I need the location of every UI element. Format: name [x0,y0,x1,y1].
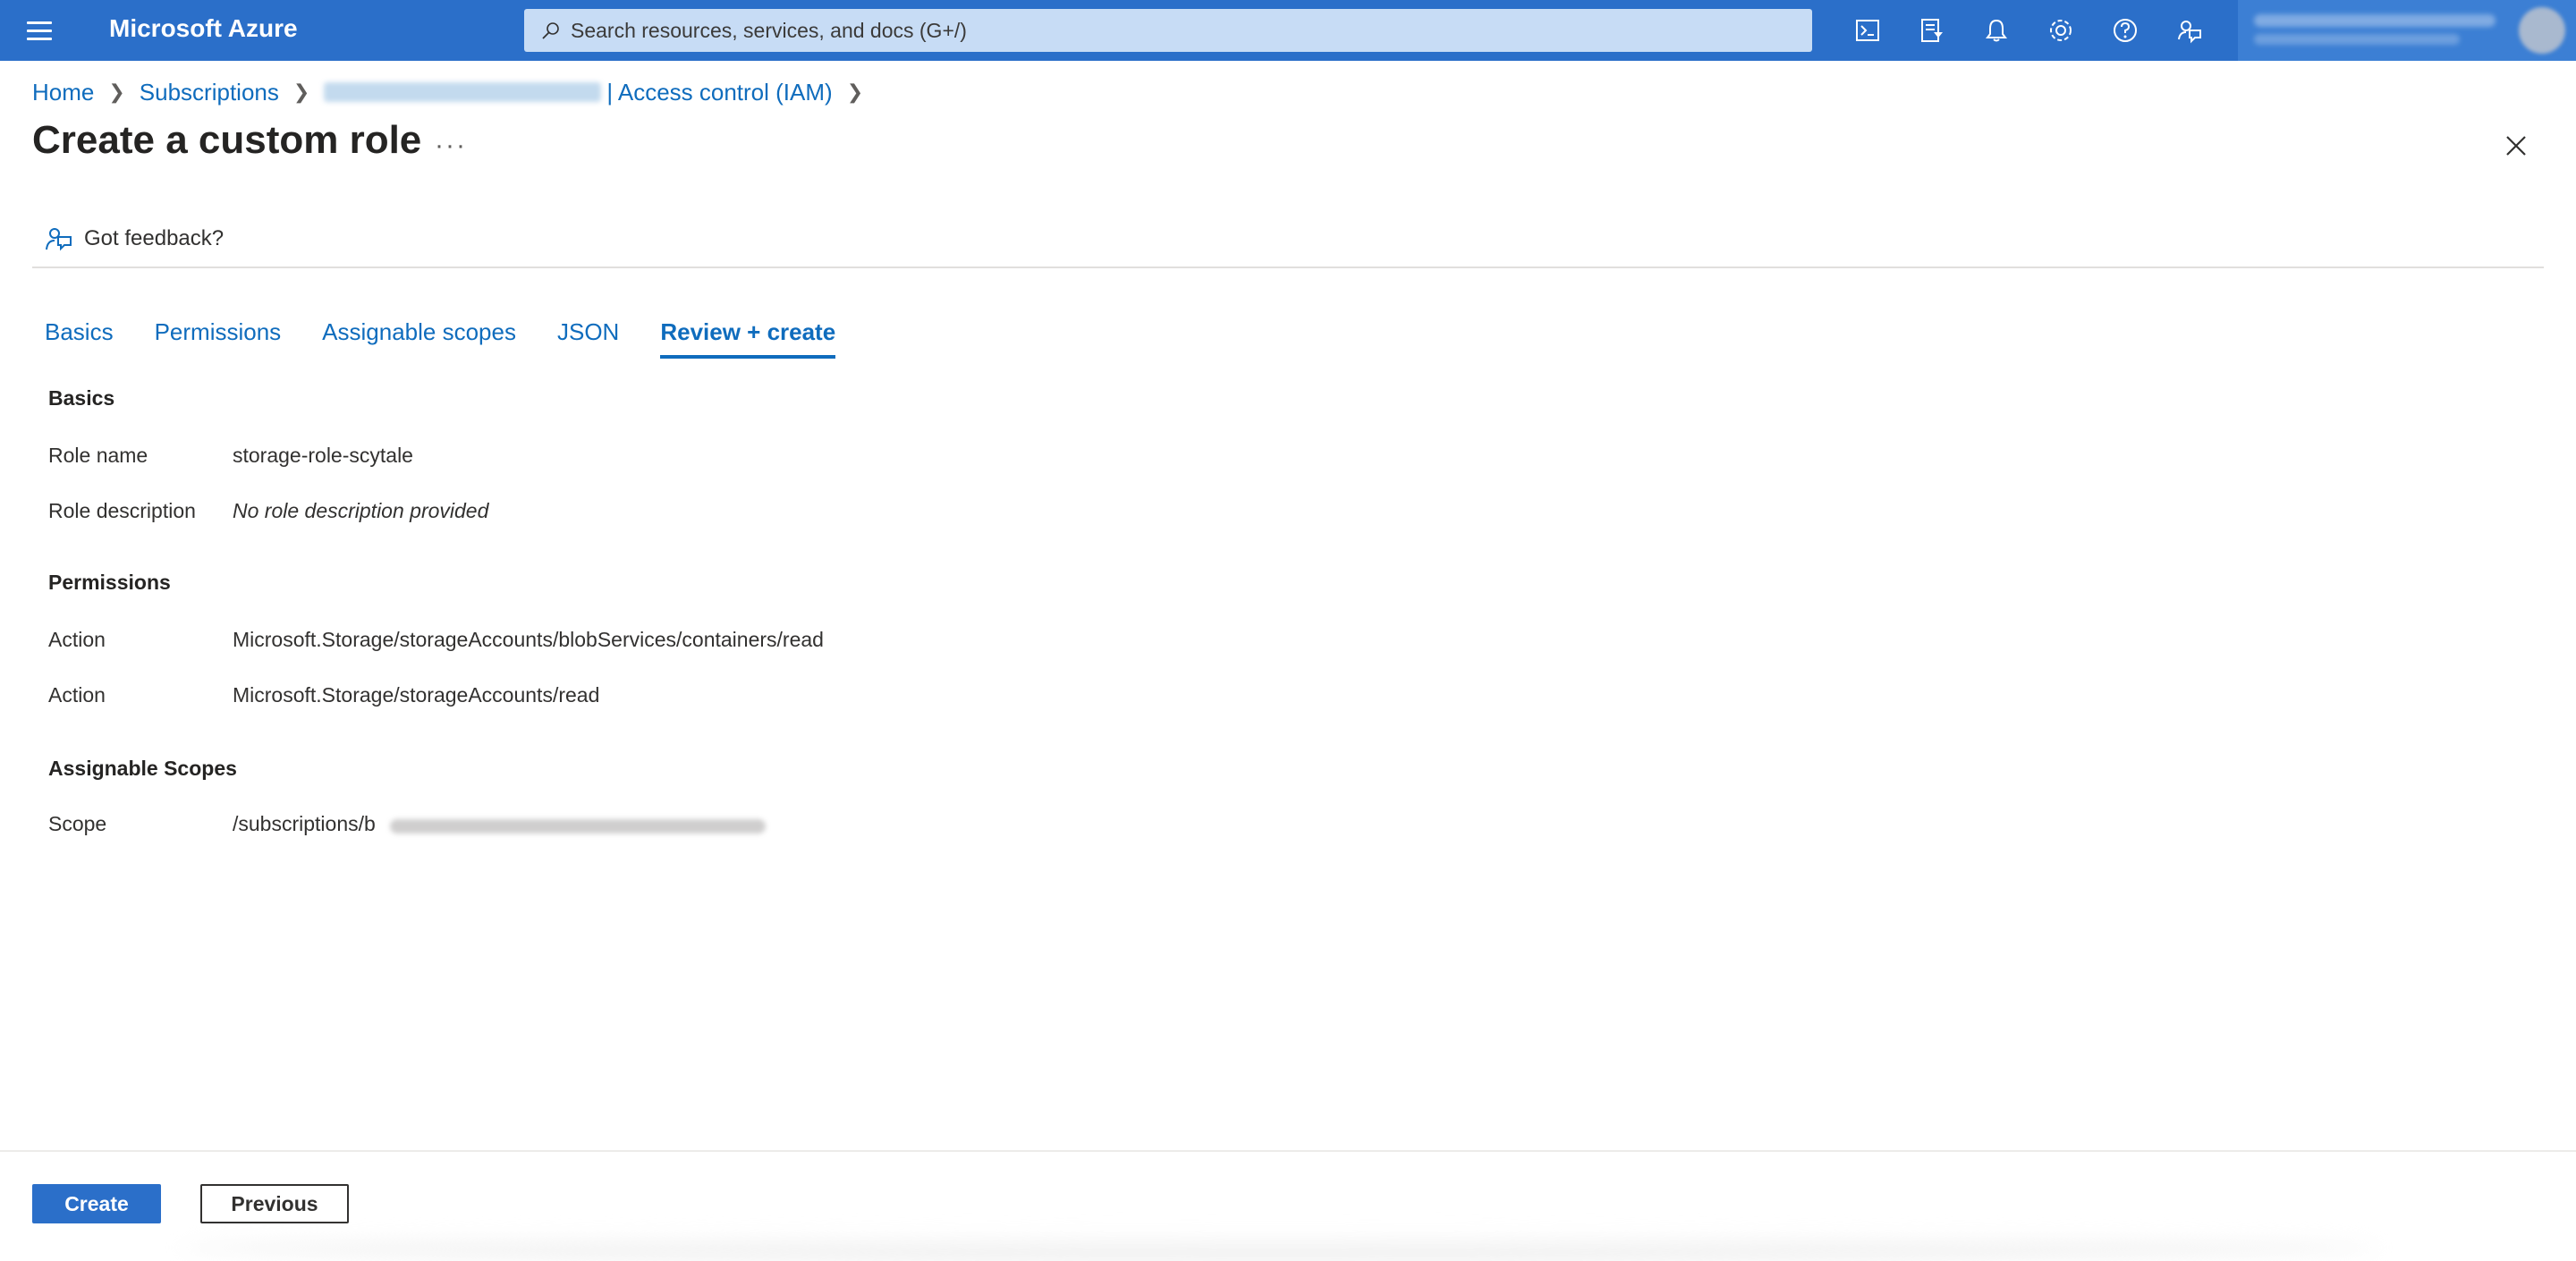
brand-title[interactable]: Microsoft Azure [109,14,298,43]
top-navigation-bar: Microsoft Azure [0,0,2576,61]
feedback-icon[interactable] [2172,13,2207,48]
tab-assignable-scopes[interactable]: Assignable scopes [322,318,516,359]
breadcrumb-access-control[interactable]: | Access control (IAM) [606,79,832,106]
tab-json[interactable]: JSON [557,318,619,359]
scope-subscription-id-redacted [390,819,766,834]
scope-value: /subscriptions/b [233,812,376,835]
permission-action-label: Action [48,628,106,651]
got-feedback-button[interactable]: Got feedback? [43,224,224,254]
cloud-shell-icon[interactable] [1850,13,1885,48]
chevron-right-icon: ❯ [292,80,310,103]
permission-action-value: Microsoft.Storage/storageAccounts/read [233,683,600,707]
breadcrumb-subscription-name-redacted[interactable] [324,82,602,102]
search-icon [542,22,559,39]
section-basics-title: Basics [48,386,115,410]
account-menu[interactable] [2238,0,2576,61]
wizard-tabs: Basics Permissions Assignable scopes JSO… [45,318,877,359]
section-scopes-title: Assignable Scopes [48,757,237,780]
feedback-label: Got feedback? [84,226,225,250]
role-description-label: Role description [48,499,196,522]
role-name-value: storage-role-scytale [233,444,413,467]
footer-divider [0,1150,2576,1152]
settings-icon[interactable] [2043,13,2079,48]
search-input[interactable] [571,9,1787,52]
global-search[interactable] [524,9,1812,52]
more-options-button[interactable]: ··· [435,131,467,161]
account-name-redacted [2254,14,2496,27]
breadcrumb: Home ❯ Subscriptions ❯ | Access control … [32,77,877,107]
avatar[interactable] [2519,7,2565,54]
permission-action-label: Action [48,683,106,707]
tab-basics[interactable]: Basics [45,318,114,359]
footer-shadow [179,1234,2379,1261]
portal-menu-icon[interactable] [23,16,55,45]
permission-action-value: Microsoft.Storage/storageAccounts/blobSe… [233,628,824,651]
role-description-value: No role description provided [233,499,489,522]
directory-filter-icon[interactable] [1914,13,1950,48]
section-permissions-title: Permissions [48,571,171,594]
breadcrumb-subscriptions[interactable]: Subscriptions [140,79,279,106]
scope-label: Scope [48,812,107,835]
tab-permissions[interactable]: Permissions [155,318,282,359]
breadcrumb-home[interactable]: Home [32,79,94,106]
feedback-person-icon [46,228,72,251]
account-directory-redacted [2254,34,2460,45]
toolbar-divider [32,267,2544,268]
help-icon[interactable] [2107,13,2143,48]
notifications-icon[interactable] [1979,13,2014,48]
create-button[interactable]: Create [32,1184,161,1223]
role-name-label: Role name [48,444,148,467]
chevron-right-icon: ❯ [846,80,864,103]
previous-button[interactable]: Previous [200,1184,349,1223]
page-title: Create a custom role [32,118,422,162]
tab-review-create[interactable]: Review + create [660,318,836,359]
chevron-right-icon: ❯ [108,80,125,103]
close-icon[interactable] [2501,131,2531,161]
